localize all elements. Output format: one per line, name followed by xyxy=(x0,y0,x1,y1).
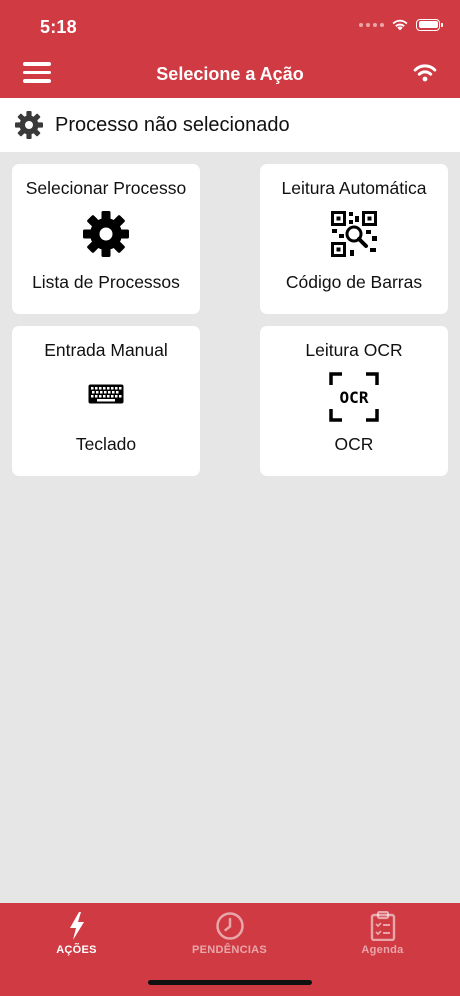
card-subtitle: Lista de Processos xyxy=(32,272,180,292)
tab-label: PENDÊNCIAS xyxy=(191,944,268,956)
tab-label: AÇÕES xyxy=(56,944,97,956)
page-title: Selecione a Ação xyxy=(156,64,304,84)
ocr-read-card[interactable]: Leitura OCR OCR OCR xyxy=(260,326,448,476)
ocr-icon: OCR xyxy=(260,372,448,422)
home-indicator xyxy=(148,980,312,985)
clock-icon xyxy=(153,911,306,941)
svg-text:OCR: OCR xyxy=(340,388,369,407)
manual-entry-card[interactable]: Entrada Manual Teclado xyxy=(12,326,200,476)
status-icons xyxy=(359,18,443,31)
card-title: Entrada Manual xyxy=(44,340,168,360)
auto-read-card[interactable]: Leitura Automática Código de Barras xyxy=(260,164,448,314)
clipboard-icon xyxy=(306,911,459,941)
signal-icon xyxy=(359,22,384,27)
status-time: 5:18 xyxy=(40,17,77,37)
tab-acoes[interactable]: AÇÕES xyxy=(0,903,153,973)
tab-agenda[interactable]: Agenda xyxy=(306,903,459,973)
keyboard-icon xyxy=(12,384,200,404)
gear-icon xyxy=(12,210,200,258)
wifi-status-icon xyxy=(392,19,408,31)
select-process-card[interactable]: Selecionar Processo Lista de Processos xyxy=(12,164,200,314)
process-status-label: Processo não selecionado xyxy=(55,113,290,136)
card-subtitle: OCR xyxy=(334,434,374,454)
card-subtitle: Código de Barras xyxy=(285,272,423,292)
tab-label: Agenda xyxy=(361,944,404,956)
wifi-icon[interactable] xyxy=(412,62,438,82)
lightning-icon xyxy=(0,911,153,941)
card-title: Leitura OCR xyxy=(305,340,403,360)
gear-icon xyxy=(15,111,43,139)
card-title: Selecionar Processo xyxy=(25,178,187,198)
battery-icon xyxy=(416,18,443,31)
qr-scan-icon xyxy=(260,210,448,258)
card-subtitle: Teclado xyxy=(75,434,137,454)
tab-pendencias[interactable]: PENDÊNCIAS xyxy=(153,903,306,973)
card-title: Leitura Automática xyxy=(281,178,427,198)
header: 5:18 Selecione a Ação xyxy=(0,0,460,98)
process-status-bar[interactable]: Processo não selecionado xyxy=(0,98,460,152)
